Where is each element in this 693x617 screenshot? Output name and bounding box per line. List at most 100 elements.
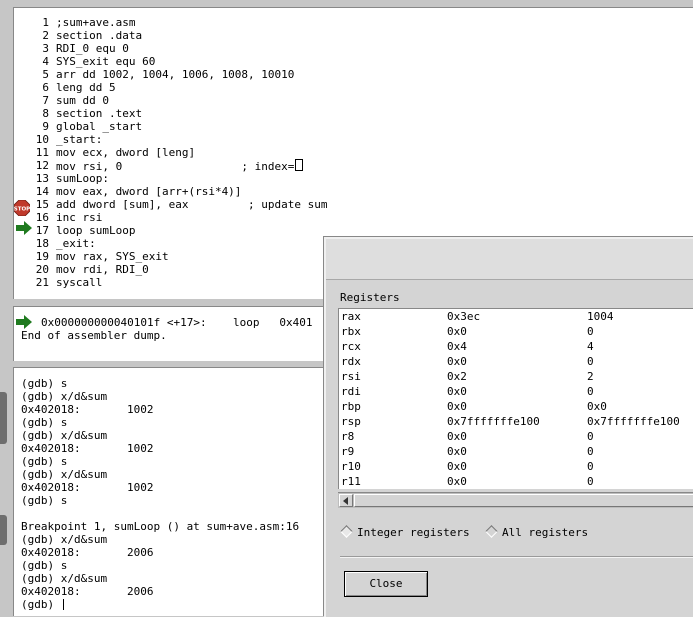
register-hex: 0x0 (447, 400, 467, 413)
console-lines: (gdb) s (gdb) x/d&sum 0x402018: 1002 (gdb) … (21, 377, 299, 611)
source-line[interactable]: 4 SYS_exit equ 60 (14, 55, 693, 68)
line-number: 2 (42, 29, 49, 42)
register-row[interactable]: rdi 0x0 0 (339, 384, 693, 399)
line-text: _exit: (56, 237, 96, 250)
console-line: (gdb) s (21, 559, 68, 572)
line-text: _start: (56, 133, 103, 146)
register-hex: 0x0 (447, 385, 467, 398)
source-line[interactable]: 17 loop sumLoop (14, 224, 693, 237)
source-line[interactable]: 1 ;sum+ave.asm (14, 16, 693, 29)
console-line: (gdb) s (21, 416, 68, 429)
register-row[interactable]: rbp 0x0 0x0 (339, 399, 693, 414)
line-text: mov ecx, dword [leng] (56, 146, 196, 159)
register-value: 0 (587, 385, 594, 398)
line-text: mov rsi, 0 ; index= (56, 159, 304, 173)
source-line[interactable]: 16 inc rsi (14, 211, 693, 224)
source-line[interactable]: 11 mov ecx, dword [leng] (14, 146, 693, 159)
line-number: 21 (35, 276, 49, 289)
source-line[interactable]: 5 arr dd 1002, 1004, 1006, 1008, 10010 (14, 68, 693, 81)
line-number: 18 (35, 237, 49, 250)
register-hex: 0x0 (447, 475, 467, 488)
register-value: 0 (587, 460, 594, 473)
register-row[interactable]: rdx 0x0 0 (339, 354, 693, 369)
register-name: rdx (341, 355, 361, 368)
console-line: 0x402018: 1002 (21, 403, 154, 416)
source-line[interactable]: 13 sumLoop: (14, 172, 693, 185)
register-name: r9 (341, 445, 355, 458)
line-number: 10 (35, 133, 49, 146)
line-text: inc rsi (56, 211, 103, 224)
edge-tab-top (0, 392, 7, 444)
line-text: arr dd 1002, 1004, 1006, 1008, 10010 (56, 68, 295, 81)
horizontal-scrollbar[interactable] (338, 492, 693, 508)
register-value: 0 (587, 445, 594, 458)
stop-sign-icon[interactable]: STOP (14, 200, 30, 216)
source-line[interactable]: 9 global _start (14, 120, 693, 133)
source-line[interactable]: 8 section .text (14, 107, 693, 120)
console-line: (gdb) x/d&sum (21, 533, 108, 546)
line-number: 20 (35, 263, 49, 276)
console-line: 0x402018: 2006 (21, 546, 154, 559)
register-row[interactable]: r8 0x0 0 (339, 429, 693, 444)
line-text: syscall (56, 276, 103, 289)
source-line[interactable]: 15 add dword [sum], eax ; update sum (14, 198, 693, 211)
source-line[interactable]: 2 section .data (14, 29, 693, 42)
line-number: 13 (35, 172, 49, 185)
line-text: add dword [sum], eax ; update sum (56, 198, 328, 211)
svg-text:STOP: STOP (14, 207, 30, 213)
source-line[interactable]: 7 sum dd 0 (14, 94, 693, 107)
register-value: 0 (587, 325, 594, 338)
console-line: 0x402018: 1002 (21, 442, 154, 455)
register-row[interactable]: r9 0x0 0 (339, 444, 693, 459)
source-line[interactable]: 12 mov rsi, 0 ; index= (14, 159, 693, 173)
all-registers-radio[interactable]: All registers (485, 525, 589, 539)
register-name: r8 (341, 430, 355, 443)
line-text: mov rdi, RDI_0 (56, 263, 149, 276)
line-text: loop sumLoop (56, 224, 136, 237)
registers-table[interactable]: rax 0x3ec 1004 rbx 0x0 0 rcx 0x4 4 rdx 0x0 0 rsi 0x2 2… (338, 308, 693, 489)
source-line[interactable]: 6 leng dd 5 (14, 81, 693, 94)
edge-tab-bottom (0, 515, 7, 545)
register-value: 0 (587, 355, 594, 368)
register-row[interactable]: rsp 0x7fffffffe100 0x7fffffffe100 (339, 414, 693, 429)
console-line: (gdb) x/d&sum (21, 572, 108, 585)
assembler-end-line: End of assembler dump. (21, 329, 167, 342)
line-number: 19 (35, 250, 49, 263)
line-text: sumLoop: (56, 172, 109, 185)
assembler-line: 0x000000000040101f <+17>: loop 0x401 (41, 316, 313, 329)
register-value: 0 (587, 430, 594, 443)
register-name: r10 (341, 460, 361, 473)
line-number: 3 (42, 42, 49, 55)
line-text: global _start (56, 120, 143, 133)
register-row[interactable]: rbx 0x0 0 (339, 324, 693, 339)
source-line[interactable]: 3 RDI_0 equ 0 (14, 42, 693, 55)
register-value: 0 (587, 475, 594, 488)
register-row[interactable]: rax 0x3ec 1004 (339, 309, 693, 324)
dialog-separator (340, 556, 693, 558)
register-hex: 0x2 (447, 370, 467, 383)
all-registers-label: All registers (502, 526, 589, 539)
line-text: RDI_0 equ 0 (56, 42, 129, 55)
line-text: sum dd 0 (56, 94, 109, 107)
registers-dialog[interactable]: Registers rax 0x3ec 1004 rbx 0x0 0 rcx 0x4 4 rdx 0… (324, 237, 693, 617)
dialog-titlebar[interactable] (326, 239, 693, 280)
register-row[interactable]: rsi 0x2 2 (339, 369, 693, 384)
scrollbar-thumb[interactable] (354, 494, 693, 507)
source-line[interactable]: 14 mov eax, dword [arr+(rsi*4)] (14, 185, 693, 198)
register-row[interactable]: rcx 0x4 4 (339, 339, 693, 354)
line-text: section .text (56, 107, 143, 120)
register-name: rbx (341, 325, 361, 338)
line-text: mov eax, dword [arr+(rsi*4)] (56, 185, 242, 198)
line-text: mov rax, SYS_exit (56, 250, 169, 263)
register-hex: 0x3ec (447, 310, 481, 323)
register-name: rbp (341, 400, 361, 413)
line-number: 5 (42, 68, 49, 81)
register-row[interactable]: r11 0x0 0 (339, 474, 693, 489)
source-line[interactable]: 10 _start: (14, 133, 693, 146)
integer-registers-radio[interactable]: Integer registers (340, 525, 470, 539)
register-value: 0x7fffffffe100 (587, 415, 680, 428)
close-button[interactable]: Close (344, 571, 428, 597)
console-line: (gdb) (21, 598, 299, 611)
scroll-left-arrow-icon[interactable] (339, 494, 353, 507)
register-row[interactable]: r10 0x0 0 (339, 459, 693, 474)
